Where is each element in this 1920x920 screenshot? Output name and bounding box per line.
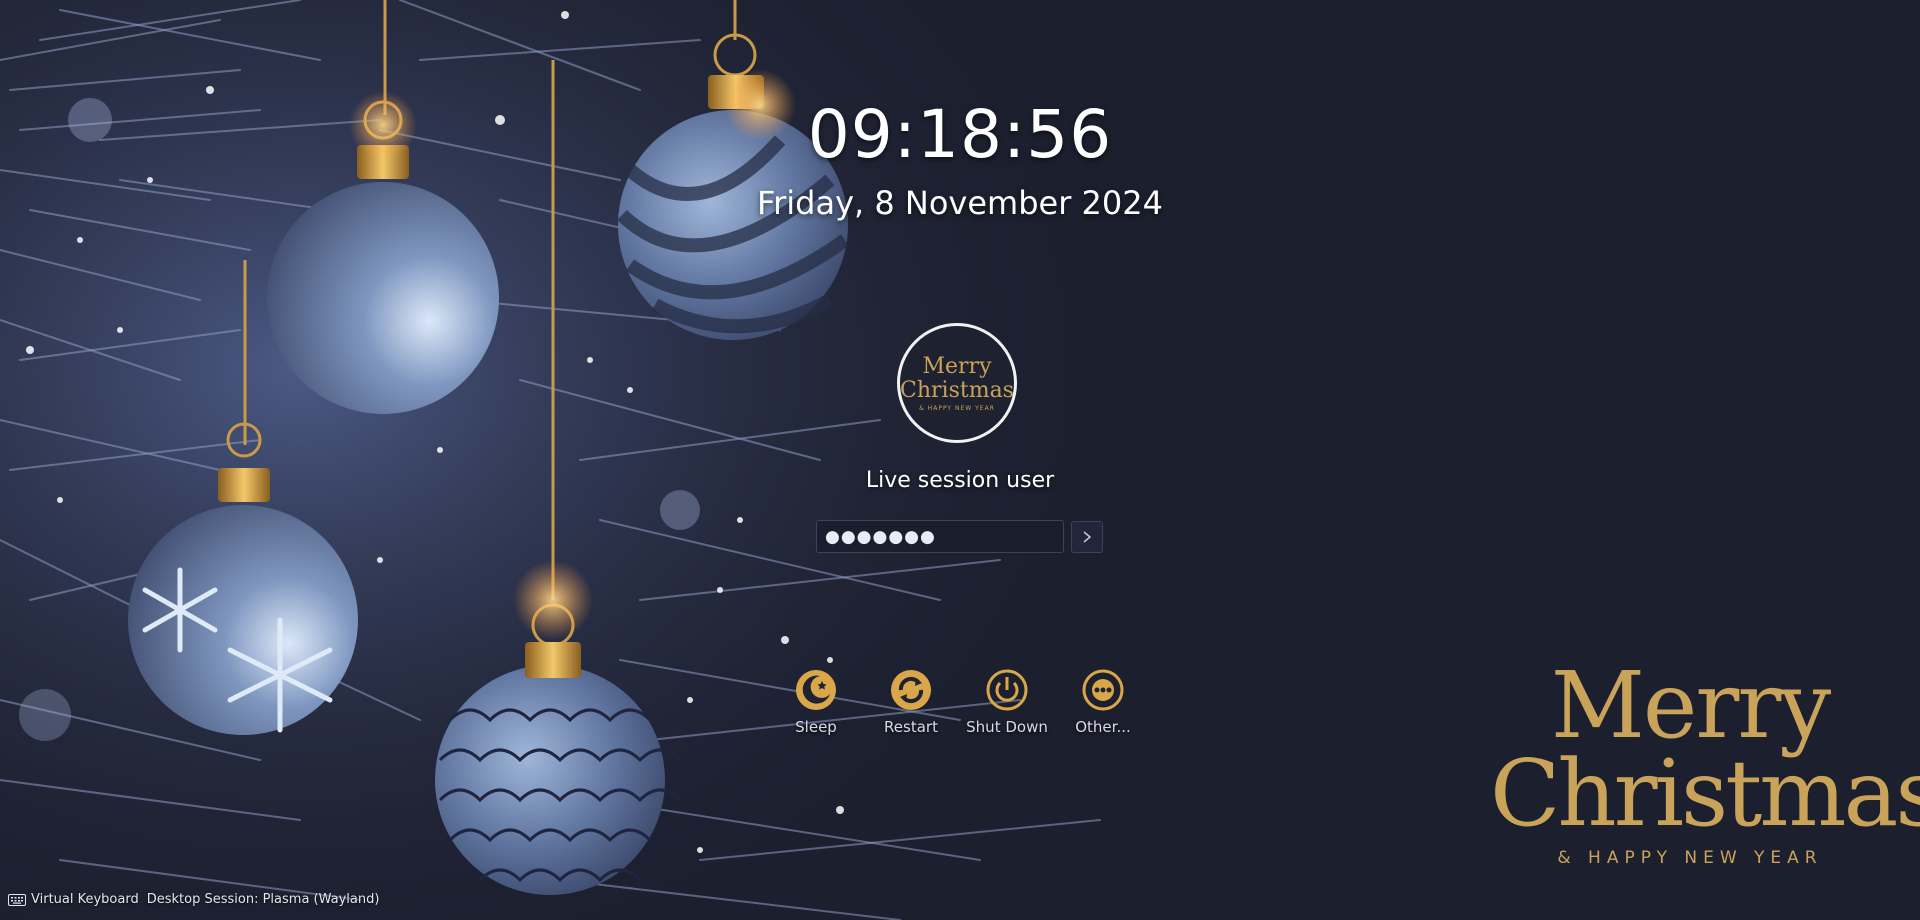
password-masked-value: ●●●●●●● [825, 526, 936, 547]
sleep-moon-icon [796, 670, 836, 710]
clock-time: 09:18:56 [807, 96, 1113, 173]
greeting-line2: Christmas [1490, 740, 1920, 847]
keyboard-icon [8, 893, 26, 906]
virtual-keyboard-button[interactable]: Virtual Keyboard [8, 892, 139, 907]
lock-screen: 09:18:56 Friday, 8 November 2024 Merry C… [0, 0, 1920, 920]
shutdown-label: Shut Down [966, 718, 1048, 736]
avatar-text-line3: & HAPPY NEW YEAR [919, 404, 995, 412]
clock-date: Friday, 8 November 2024 [757, 184, 1163, 222]
chevron-right-icon [1083, 531, 1092, 543]
virtual-keyboard-label: Virtual Keyboard [31, 892, 139, 907]
other-button[interactable]: Other... [1058, 668, 1148, 736]
avatar-text-line1: Merry [922, 353, 992, 379]
wallpaper-greeting: Merry Christmas & HAPPY NEW YEAR [1490, 652, 1920, 869]
session-label: Desktop Session: Plasma (Wayland) [146, 892, 380, 907]
more-icon [1082, 669, 1124, 711]
sleep-button[interactable]: Sleep [771, 668, 861, 736]
password-field[interactable]: ●●●●●●● [816, 520, 1064, 553]
other-label: Other... [1075, 718, 1131, 736]
avatar-text-line2: Christmas [900, 377, 1014, 403]
greeting-line3: & HAPPY NEW YEAR [1557, 848, 1823, 868]
restart-button[interactable]: Restart [866, 668, 956, 736]
restart-icon [891, 670, 931, 710]
sleep-label: Sleep [795, 718, 837, 736]
user-name-label: Live session user [865, 468, 1055, 493]
greeting-line1: Merry [1550, 652, 1832, 759]
shutdown-button[interactable]: Shut Down [962, 668, 1052, 736]
user-avatar: Merry Christmas & HAPPY NEW YEAR [897, 323, 1017, 443]
login-submit-button[interactable] [1071, 521, 1103, 553]
session-selector[interactable]: Desktop Session: Plasma (Wayland) [147, 892, 380, 907]
restart-label: Restart [884, 718, 938, 736]
bottom-bar: Virtual Keyboard Desktop Session: Plasma… [8, 892, 379, 907]
power-icon [986, 669, 1028, 711]
